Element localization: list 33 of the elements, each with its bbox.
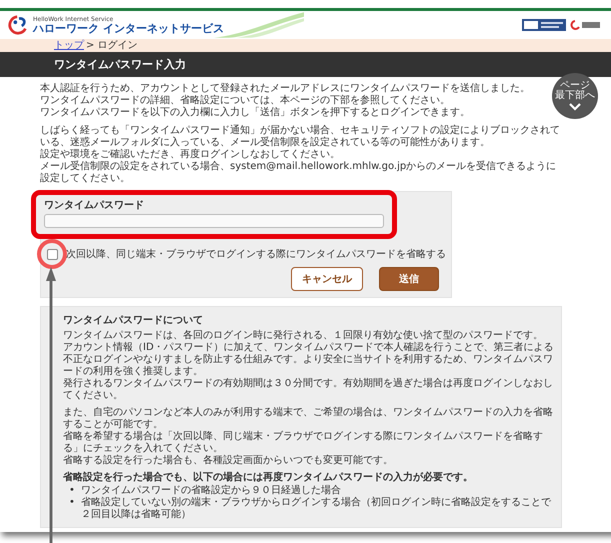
breadcrumb-link[interactable]: トップ [54,39,84,52]
field-label: ワンタイムパスワード [44,199,145,212]
intro-text: 設定や環境をご確認いただき、再度ログインしなおしてください。 [40,149,341,160]
bullet-marker: • [69,485,75,497]
bullet-marker: • [69,497,75,509]
info-text: 省略する設定を行った場合も、各種設定画面からいつでも変更可能です。 [63,455,394,467]
checkbox[interactable] [47,249,58,260]
info-text: また、自宅のパソコンなど本人のみが利用する端末で、ご希望の場合は、ワンタイムパスワードの入力を省略することが可能です。 [63,407,554,430]
submit-button[interactable]: 送信 [379,267,439,291]
intro-text: しばらく経っても「ワンタイムパスワード通知」が届かない場合、セキュリティソフトの設定によりブロックされている、迷惑メールフォルダに入っている、メール受信制限を設定されている等の可能性があります。 [40,125,560,148]
bullet-item: 省略設定していない別の端末・ブラウザからログインする場合（初回ログイン時に省略設定をすることで２回目以降は省略可能） [80,497,552,521]
password-field[interactable] [44,214,384,228]
intro-text: メール受信制限の設定をされている場合、system@mail.hellowork.mhlw.go.jpからのメールを受信できるように設定してください。 [40,161,558,185]
caption-badge-icon [522,19,566,31]
info-title: ワンタイムパスワードについて [63,314,204,327]
info-text: 省略を希望する場合は「次回以降、同じ端末・ブラウザでログインする際にワンタイムパスワードを省略する」にチェックを入れてください。 [63,431,544,454]
info-text: アカウント情報（ID・パスワード）に加えて、ワンタイムパスワードで本人確認を行うことで、第三者による不正なログインやなりすましを防止する仕組みです。より安全に当サイトを利用するため、ワンタイムパスワードの利用を強く推奨します。 [63,342,555,378]
ministry-logo-icon [570,19,600,31]
info-text: ワンタイムパスワードは、各回のログイン時に発行される、１回限り有効な使い捨て型のパスワードです。 [63,330,544,342]
info-text: 発行されるワンタイムパスワードの有効期間は３０分間です。有効期間を過ぎた場合は再度ログインしなおしてください。 [63,378,554,402]
intro-text: ワンタイムパスワードを以下の入力欄に入力し「送信」ボタンを押下するとログインできます。 [40,107,471,119]
intro-text: 本人認証を行うため、アカウントとして登録されたメールアドレスにワンタイムパスワードを送信しました。 [40,83,531,94]
page-title: ワンタイムパスワード入力 [54,58,186,71]
cancel-button[interactable]: キャンセル [291,267,363,291]
chevron-down-icon [569,103,581,111]
highlight-circle [37,239,67,269]
bullet-item: ワンタイムパスワードの省略設定から９０日経過した場合 [80,485,342,496]
note-text: 省略設定を行った場合でも、以下の場合には再度ワンタイムパスワードの入力が必要です。 [63,472,474,484]
site-title: ハローワーク インターネットサービス [33,22,224,34]
intro-text: ワンタイムパスワードの詳細、省略設定については、本ページの下部を参照してください。 [40,95,451,106]
page-bottom-button[interactable]: ページ 最下部へ [552,73,598,119]
breadcrumb-current: > ログイン [86,39,138,52]
checkbox-label[interactable]: 次回以降、同じ端末・ブラウザでログインする際にワンタイムパスワードを省略する [66,247,446,261]
